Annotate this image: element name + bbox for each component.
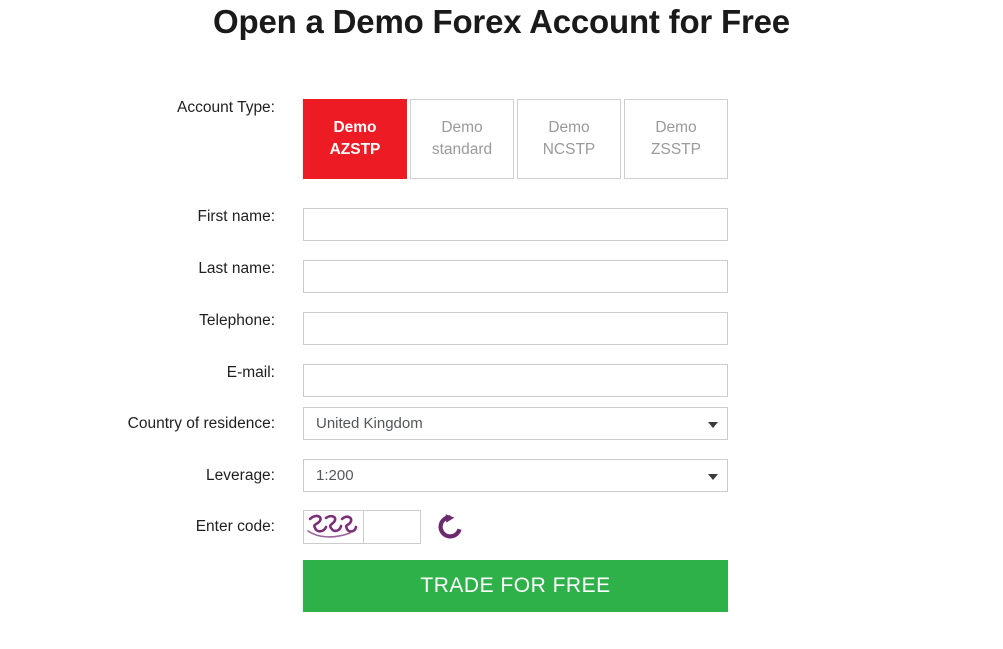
leverage-field: 1:200 bbox=[303, 459, 728, 492]
last-name-label: Last name: bbox=[198, 260, 275, 277]
account-type-field: Demo AZSTP Demo standard Demo NCSTP Demo… bbox=[303, 99, 728, 179]
telephone-label: Telephone: bbox=[199, 312, 275, 329]
tab-demo-standard-line1: Demo bbox=[441, 119, 483, 136]
page-title: Open a Demo Forex Account for Free bbox=[213, 3, 790, 40]
form-row-last-name: Last name: bbox=[0, 260, 1003, 293]
tab-demo-zsstp-line1: Demo bbox=[655, 119, 697, 136]
tab-demo-zsstp[interactable]: Demo ZSSTP bbox=[624, 99, 728, 179]
tab-demo-azstp[interactable]: Demo AZSTP bbox=[303, 99, 407, 179]
telephone-field bbox=[303, 312, 728, 345]
form-row-leverage: Leverage: 1:200 bbox=[0, 459, 1003, 492]
tab-demo-standard-line2: standard bbox=[431, 141, 493, 158]
captcha-input[interactable] bbox=[363, 510, 421, 544]
tab-demo-standard[interactable]: Demo standard bbox=[410, 99, 514, 179]
leverage-select[interactable]: 1:200 bbox=[303, 459, 728, 492]
form-row-account-type: Account Type: Demo AZSTP Demo standard D… bbox=[0, 99, 1003, 179]
first-name-input[interactable] bbox=[303, 208, 728, 241]
submit-field: TRADE FOR FREE bbox=[303, 560, 728, 612]
country-label: Country of residence: bbox=[127, 415, 275, 432]
first-name-field bbox=[303, 208, 728, 241]
country-field: United Kingdom bbox=[303, 407, 728, 440]
captcha-row bbox=[303, 510, 728, 544]
form-row-first-name: First name: bbox=[0, 208, 1003, 241]
tab-demo-zsstp-line2: ZSSTP bbox=[651, 141, 701, 158]
leverage-label: Leverage: bbox=[206, 467, 275, 484]
email-input[interactable] bbox=[303, 364, 728, 397]
form-row-country: Country of residence: United Kingdom bbox=[0, 407, 1003, 440]
tab-demo-azstp-line1: Demo bbox=[333, 119, 377, 136]
form-row-captcha: Enter code: bbox=[0, 510, 1003, 544]
chevron-down-icon bbox=[708, 421, 718, 428]
account-type-label: Account Type: bbox=[177, 99, 275, 116]
captcha-field bbox=[303, 510, 728, 544]
form-row-telephone: Telephone: bbox=[0, 312, 1003, 345]
last-name-input[interactable] bbox=[303, 260, 728, 293]
telephone-input[interactable] bbox=[303, 312, 728, 345]
trade-for-free-button[interactable]: TRADE FOR FREE bbox=[303, 560, 728, 612]
captcha-label: Enter code: bbox=[195, 518, 275, 535]
tab-demo-ncstp-line2: NCSTP bbox=[542, 141, 596, 158]
country-select-value: United Kingdom bbox=[316, 415, 423, 432]
leverage-select-value: 1:200 bbox=[316, 467, 354, 484]
tab-demo-ncstp[interactable]: Demo NCSTP bbox=[517, 99, 621, 179]
country-select[interactable]: United Kingdom bbox=[303, 407, 728, 440]
refresh-icon[interactable] bbox=[435, 512, 465, 542]
last-name-field bbox=[303, 260, 728, 293]
email-label: E-mail: bbox=[226, 364, 275, 381]
email-field-wrap bbox=[303, 364, 728, 397]
chevron-down-icon bbox=[708, 473, 718, 480]
account-type-tabs: Demo AZSTP Demo standard Demo NCSTP Demo… bbox=[303, 99, 728, 179]
tab-demo-ncstp-line1: Demo bbox=[548, 119, 590, 136]
form-row-submit: TRADE FOR FREE bbox=[0, 560, 1003, 612]
first-name-label: First name: bbox=[197, 208, 275, 225]
tab-demo-azstp-line2: AZSTP bbox=[329, 141, 381, 158]
captcha-image bbox=[303, 510, 363, 544]
form-row-email: E-mail: bbox=[0, 364, 1003, 397]
